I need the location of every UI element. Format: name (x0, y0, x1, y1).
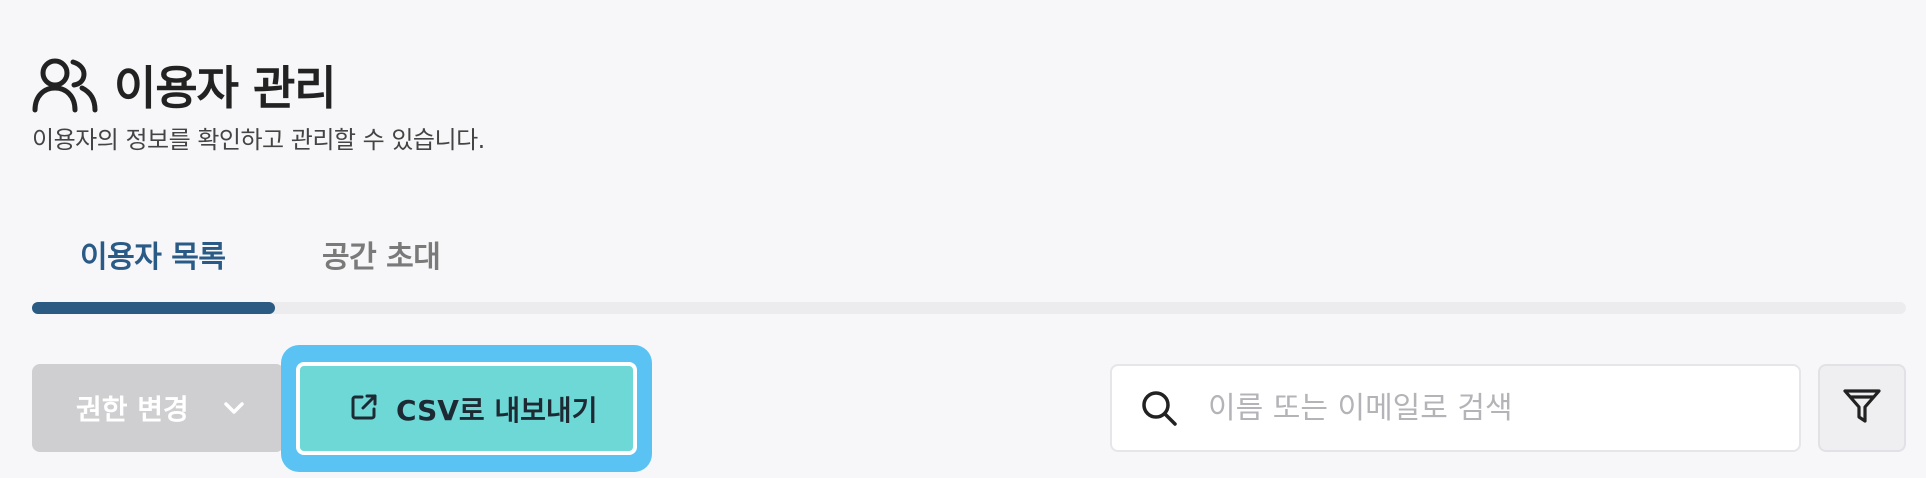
role-change-button[interactable]: 권한 변경 (32, 364, 284, 452)
export-csv-button[interactable]: CSV로 내보내기 (296, 362, 637, 455)
page-title: 이용자 관리 (114, 61, 337, 115)
user-management-page: 이용자 관리 이용자의 정보를 확인하고 관리할 수 있습니다. 이용자 목록 … (0, 0, 1926, 478)
filter-icon (1842, 386, 1882, 430)
filter-button[interactable] (1818, 364, 1906, 452)
tab-track (32, 302, 1906, 314)
tab-bar: 이용자 목록 공간 초대 (32, 230, 1906, 314)
page-header: 이용자 관리 (32, 52, 337, 118)
users-icon (32, 57, 98, 113)
tab-space-invite[interactable]: 공간 초대 (322, 232, 441, 276)
external-link-icon (350, 393, 378, 425)
page-subtitle: 이용자의 정보를 확인하고 관리할 수 있습니다. (32, 126, 485, 154)
toolbar: 권한 변경 CSV로 내보내기 (0, 345, 1926, 475)
chevron-down-icon (223, 401, 245, 415)
search-box (1110, 364, 1801, 452)
search-icon (1140, 389, 1178, 427)
tab-user-list[interactable]: 이용자 목록 (80, 232, 226, 276)
role-change-label: 권한 변경 (76, 393, 189, 426)
export-csv-label: CSV로 내보내기 (396, 393, 598, 427)
tab-active-indicator (32, 302, 275, 314)
search-input[interactable] (1206, 389, 1770, 427)
